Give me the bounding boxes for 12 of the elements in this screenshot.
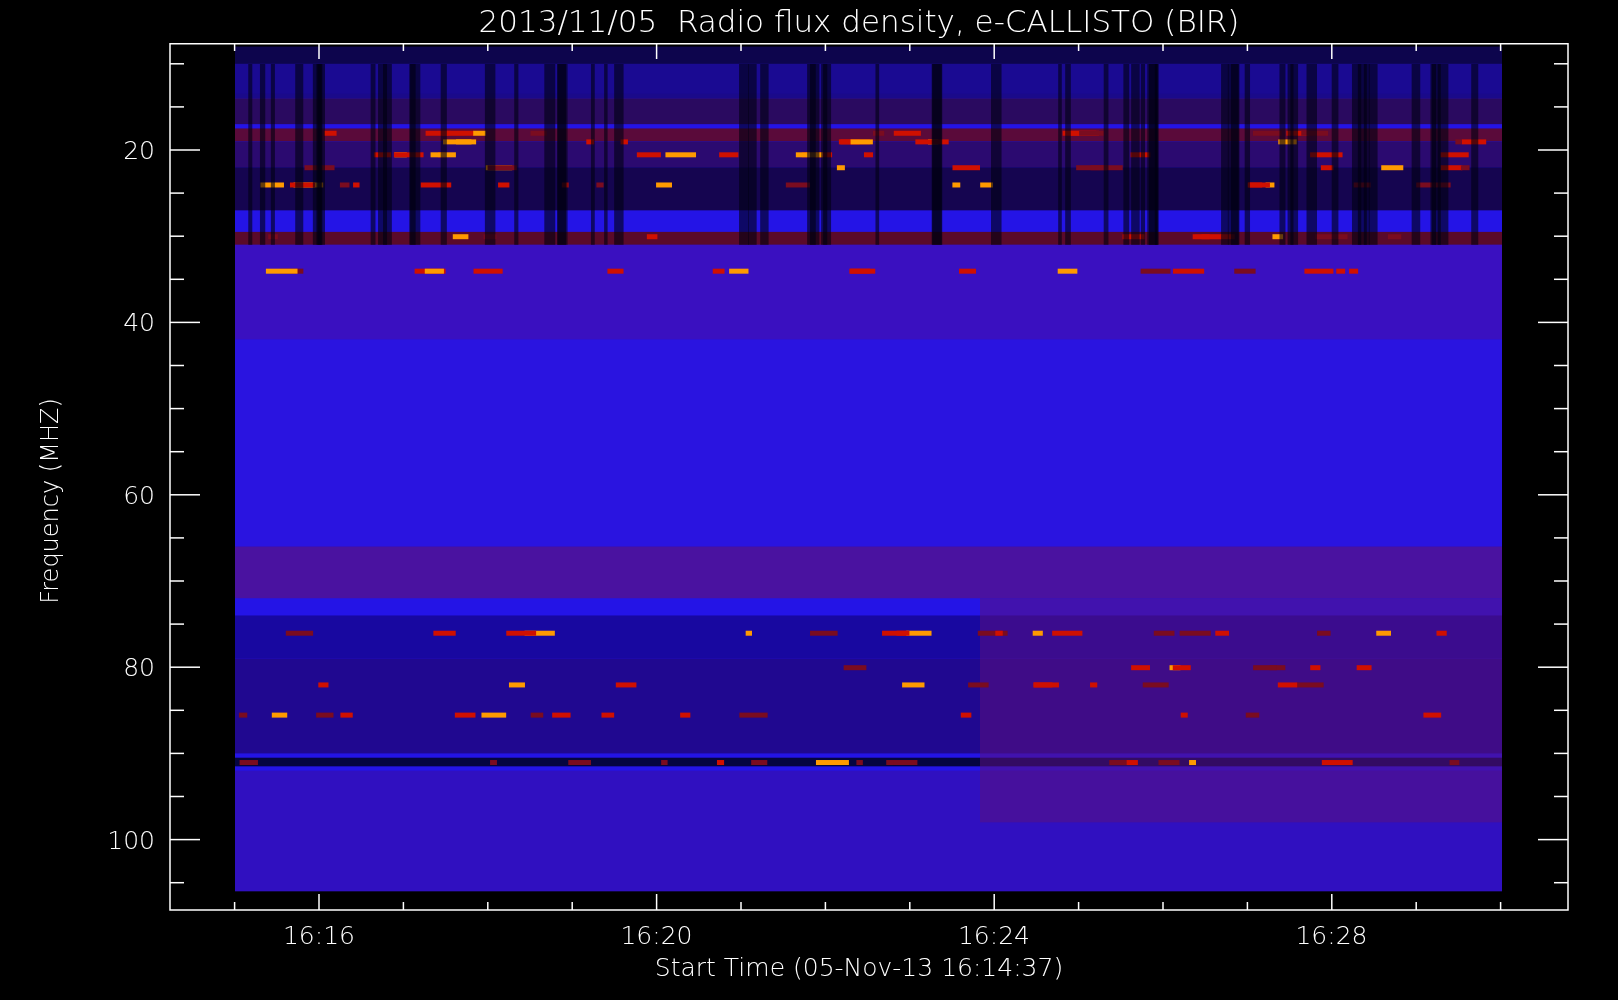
x-tick-label: 16:28 — [1295, 921, 1368, 950]
y-tick-label: 80 — [123, 653, 155, 683]
y-axis-label: Frequency (MHZ) — [35, 398, 65, 604]
y-tick-label: 60 — [123, 480, 155, 510]
x-tick-label: 16:20 — [620, 921, 693, 950]
x-tick-label: 16:16 — [283, 921, 355, 950]
chart-title: 2013/11/05 Radio flux density, e-CALLISTO (BIR) — [478, 6, 1240, 37]
y-tick-label: 100 — [107, 825, 155, 855]
y-tick-label: 20 — [123, 136, 155, 165]
x-axis-label: Start Time (05-Nov-13 16:14:37) — [654, 955, 1064, 984]
x-tick-label: 16:24 — [958, 921, 1030, 950]
y-tick-label: 40 — [123, 308, 155, 338]
